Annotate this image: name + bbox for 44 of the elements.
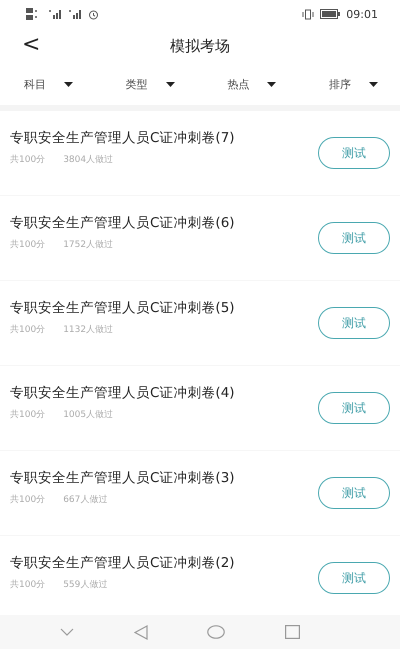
- back-icon[interactable]: [134, 624, 148, 640]
- test-button[interactable]: 测试: [318, 137, 390, 169]
- dropdown-arrow-icon: [368, 82, 378, 87]
- vibrate-icon: [302, 8, 314, 20]
- dropdown-arrow-icon: [267, 82, 276, 87]
- home-icon[interactable]: [207, 625, 226, 639]
- signal-icon: [48, 9, 62, 19]
- total-score: 共100分: [10, 154, 46, 166]
- status-time: 09:01: [346, 8, 378, 20]
- attempt-count: 1752人做过: [63, 238, 114, 250]
- attempt-count: 1005人做过: [63, 408, 114, 420]
- attempt-count: 1132人做过: [63, 324, 114, 336]
- dropdown-arrow-icon: [64, 82, 73, 87]
- test-button[interactable]: 测试: [318, 222, 390, 254]
- total-score: 共100分: [10, 238, 46, 250]
- dropdown-arrow-icon: [166, 82, 175, 87]
- exam-title: 专职安全生产管理人员C证冲刺卷(7): [10, 128, 236, 146]
- total-score: 共100分: [10, 408, 46, 420]
- exam-title: 专职安全生产管理人员C证冲刺卷(6): [10, 214, 236, 232]
- chevron-down-icon[interactable]: [60, 628, 74, 636]
- total-score: 共100分: [10, 578, 46, 590]
- attempt-count: 3804人做过: [63, 154, 114, 166]
- attempt-count: 667人做过: [63, 494, 108, 506]
- filter-label[interactable]: 热点: [227, 77, 250, 92]
- attempt-count: 559人做过: [63, 578, 108, 590]
- exam-title: 专职安全生产管理人员C证冲刺卷(3): [10, 468, 236, 486]
- total-score: 共100分: [10, 494, 46, 506]
- exam-title: 专职安全生产管理人员C证冲刺卷(2): [10, 554, 236, 572]
- filter-label[interactable]: 科目: [24, 77, 46, 92]
- test-button[interactable]: 测试: [318, 562, 390, 594]
- signal-icon: [68, 9, 82, 19]
- exam-title: 专职安全生产管理人员C证冲刺卷(5): [10, 298, 236, 316]
- test-button[interactable]: 测试: [318, 307, 390, 339]
- filter-label[interactable]: 类型: [126, 77, 148, 92]
- exam-title: 专职安全生产管理人员C证冲刺卷(4): [10, 384, 236, 402]
- total-score: 共100分: [10, 324, 46, 336]
- back-button[interactable]: <: [22, 32, 40, 58]
- test-button[interactable]: 测试: [318, 477, 390, 509]
- alarm-icon: [88, 8, 99, 20]
- filter-label[interactable]: 排序: [328, 77, 351, 92]
- battery-icon: [320, 9, 340, 19]
- page-title: 模拟考场: [170, 36, 230, 56]
- recent-apps-icon[interactable]: [285, 625, 300, 639]
- test-button[interactable]: 测试: [318, 392, 390, 424]
